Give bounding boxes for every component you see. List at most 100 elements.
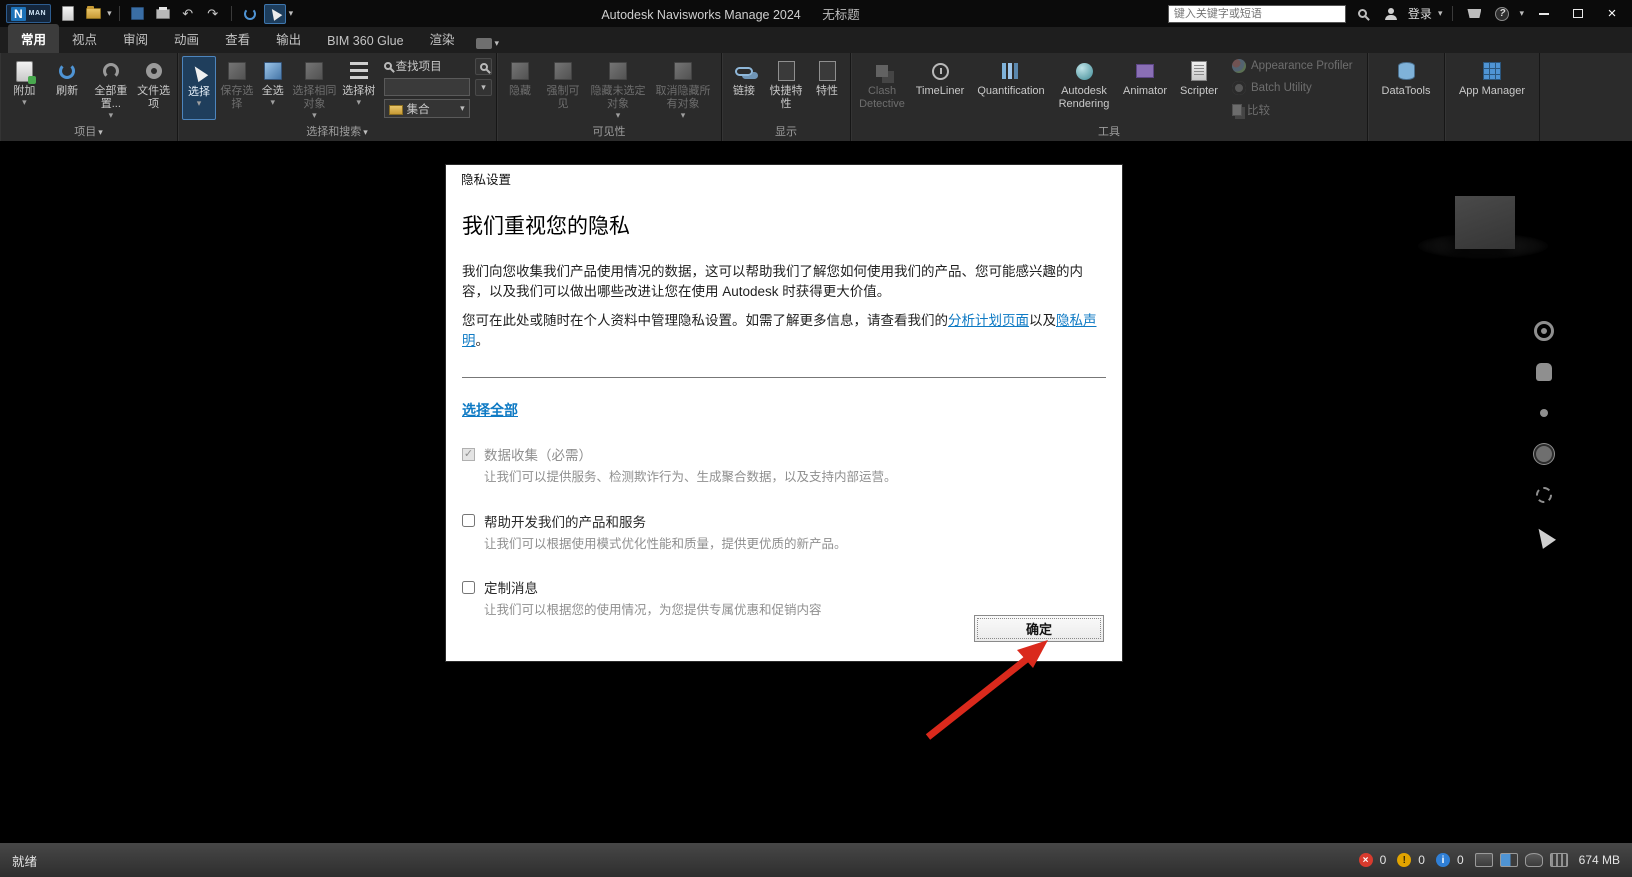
tab-home[interactable]: 常用 — [8, 24, 59, 53]
open-file-button[interactable] — [82, 4, 104, 24]
sheet-browser-icon[interactable] — [1475, 853, 1493, 867]
help-button[interactable]: ? — [1491, 4, 1513, 24]
status-text: 就绪 — [12, 851, 37, 870]
performance-pencil-icon[interactable] — [1500, 853, 1518, 867]
compare-button: 比较 — [1229, 100, 1356, 120]
app-store-button[interactable] — [1463, 4, 1485, 24]
toolbar-divider — [231, 6, 232, 21]
group-label-display[interactable]: 显示 — [722, 124, 850, 141]
caret-down-icon: ▾ — [197, 99, 202, 107]
appearance-profiler-icon — [1232, 59, 1246, 73]
select-all-link[interactable]: 选择全部 — [462, 400, 518, 420]
select-button[interactable]: 选择 ▾ — [182, 56, 216, 120]
group-label-project[interactable]: 项目▾ — [0, 124, 177, 141]
scripter-button[interactable]: Scripter — [1175, 56, 1223, 120]
new-file-button[interactable] — [57, 4, 79, 24]
group-label-select-search[interactable]: 选择和搜索▾ — [178, 124, 496, 141]
tab-bim360glue[interactable]: BIM 360 Glue — [314, 29, 416, 53]
tab-render[interactable]: 渲染 — [417, 24, 468, 53]
append-icon — [16, 61, 33, 82]
print-button[interactable] — [152, 4, 174, 24]
tab-animation[interactable]: 动画 — [161, 24, 212, 53]
find-options-button[interactable]: ▾ — [475, 79, 492, 96]
tab-view[interactable]: 查看 — [212, 24, 263, 53]
ok-button[interactable]: 确定 — [974, 615, 1104, 642]
save-button[interactable] — [127, 4, 149, 24]
quick-properties-button[interactable]: 快捷特性 — [764, 56, 808, 120]
datatools-button[interactable]: DataTools — [1373, 56, 1439, 120]
clash-detective-icon — [876, 65, 888, 77]
checkbox-product-development[interactable] — [462, 514, 475, 527]
links-button[interactable]: 链接 — [726, 56, 762, 120]
caret-down-icon: ▾ — [495, 38, 500, 49]
group-label-visibility[interactable]: 可见性 — [497, 124, 721, 141]
properties-button[interactable]: 特性 — [810, 56, 844, 120]
tab-review[interactable]: 审阅 — [110, 24, 161, 53]
group-label-tools[interactable]: 工具 — [851, 124, 1367, 141]
search-input[interactable] — [1168, 5, 1346, 23]
find-mini-buttons: ▾ — [475, 56, 492, 96]
checkbox-custom-messages[interactable] — [462, 581, 475, 594]
zoom-button[interactable] — [1531, 401, 1557, 425]
open-caret-icon[interactable]: ▾ — [107, 8, 112, 19]
info-indicator-icon[interactable]: i — [1436, 853, 1450, 867]
undo-icon: ↶ — [182, 6, 193, 22]
select-nav-button[interactable] — [1531, 524, 1557, 548]
reset-all-button[interactable]: 全部重置... ▾ — [90, 56, 133, 120]
select-tool-quick-button[interactable] — [264, 4, 286, 24]
analytics-program-link[interactable]: 分析计划页面 — [948, 313, 1029, 328]
save-selection-icon — [228, 62, 246, 80]
require-button: 强制可见 — [541, 56, 585, 120]
title-bar-right: 登录 ▾ ? ▾ × — [1168, 4, 1626, 24]
tools-small-column: Appearance Profiler Batch Utility 比较 — [1229, 56, 1356, 120]
orbit-button[interactable] — [1531, 442, 1557, 466]
refresh-quick-button[interactable] — [239, 4, 261, 24]
undo-button[interactable]: ↶ — [177, 4, 199, 24]
autodesk-rendering-button[interactable]: Autodesk Rendering — [1053, 56, 1115, 120]
redo-button[interactable]: ↷ — [202, 4, 224, 24]
option-description: 让我们可以提供服务、检测欺诈行为、生成聚合数据，以及支持内部运营。 — [484, 469, 1106, 487]
file-options-button[interactable]: 文件选项 — [134, 56, 173, 120]
sign-in-link[interactable]: 登录 — [1408, 5, 1432, 22]
sets-dropdown[interactable]: 集合 ▾ — [384, 99, 470, 118]
select-all-button[interactable]: 全选 ▾ — [258, 56, 288, 120]
append-button[interactable]: 附加 ▾ — [4, 56, 45, 120]
maximize-button[interactable] — [1564, 4, 1592, 24]
disk-usage-icon[interactable] — [1525, 853, 1543, 867]
pan-button[interactable] — [1531, 360, 1557, 384]
sign-in-caret-icon[interactable]: ▾ — [1438, 8, 1443, 19]
app-manager-button[interactable]: App Manager — [1450, 56, 1534, 120]
tab-output[interactable]: 输出 — [263, 24, 314, 53]
close-button[interactable]: × — [1598, 4, 1626, 24]
look-button[interactable] — [1531, 483, 1557, 507]
quantification-button[interactable]: Quantification — [971, 56, 1051, 120]
status-right: × 0 ! 0 i 0 674 MB — [1359, 853, 1620, 867]
find-items-icon — [384, 62, 392, 70]
viewport-3d[interactable]: 隐私设置 我们重视您的隐私 我们向您收集我们产品使用情况的数据，这可以帮助我们了… — [0, 141, 1632, 843]
ribbon: 附加 ▾ 刷新 全部重置... ▾ 文件选项 项目▾ — [0, 53, 1632, 141]
find-items-button[interactable]: 查找项目 — [384, 56, 470, 75]
ribbon-group-project: 附加 ▾ 刷新 全部重置... ▾ 文件选项 项目▾ — [0, 53, 178, 141]
error-indicator-icon[interactable]: × — [1359, 853, 1373, 867]
selection-tree-button[interactable]: 选择树 ▾ — [341, 56, 377, 120]
app-menu-button[interactable]: N MAN — [6, 4, 51, 23]
account-button[interactable] — [1380, 4, 1402, 24]
group-label-datatools — [1368, 124, 1444, 141]
memory-gauge-icon[interactable] — [1550, 853, 1568, 867]
privacy-dialog: 隐私设置 我们重视您的隐私 我们向您收集我们产品使用情况的数据，这可以帮助我们了… — [446, 165, 1122, 661]
tab-viewpoint[interactable]: 视点 — [59, 24, 110, 53]
sets-icon — [389, 105, 403, 115]
warning-indicator-icon[interactable]: ! — [1397, 853, 1411, 867]
refresh-button[interactable]: 刷新 — [47, 56, 88, 120]
find-next-button[interactable] — [475, 58, 492, 75]
minimize-button[interactable] — [1530, 4, 1558, 24]
ribbon-group-display: 链接 快捷特性 特性 显示 — [722, 53, 851, 141]
search-button[interactable] — [1352, 4, 1374, 24]
tab-extra-dropdown[interactable]: ▾ — [468, 34, 508, 53]
timeliner-button[interactable]: TimeLiner — [911, 56, 969, 120]
user-icon — [1385, 8, 1397, 20]
help-caret-icon[interactable]: ▾ — [1519, 8, 1524, 19]
steering-wheel-button[interactable] — [1531, 319, 1557, 343]
animator-button[interactable]: Animator — [1117, 56, 1173, 120]
find-items-input[interactable] — [384, 78, 470, 96]
